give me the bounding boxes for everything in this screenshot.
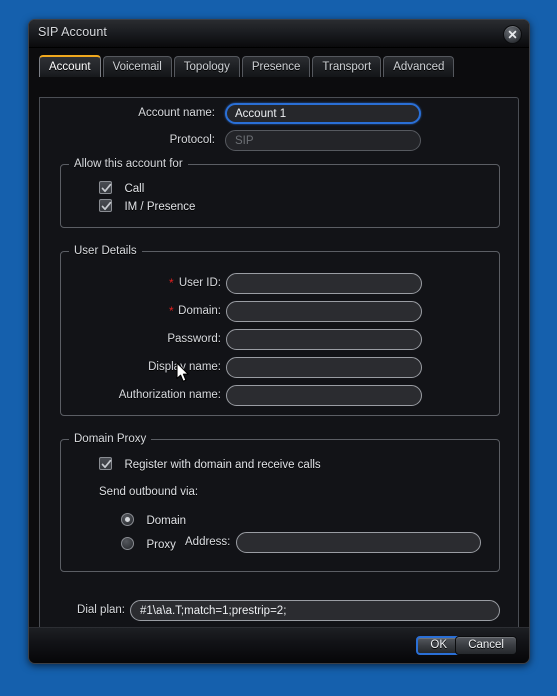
radio-selected-icon bbox=[121, 513, 134, 526]
window-title: SIP Account bbox=[38, 25, 107, 39]
allow-account-group: Allow this account for Call IM / Presenc… bbox=[60, 158, 500, 228]
proxy-address-label: Address: bbox=[185, 536, 231, 548]
display-name-input[interactable] bbox=[226, 357, 422, 378]
account-tab-panel: Account name: Protocol: Allow this accou… bbox=[39, 97, 519, 636]
tab-transport[interactable]: Transport bbox=[312, 56, 382, 77]
checkbox-checked-icon bbox=[99, 199, 112, 212]
checkbox-im-presence-label: IM / Presence bbox=[124, 201, 196, 213]
checkbox-register-with-domain[interactable]: Register with domain and receive calls bbox=[99, 455, 321, 473]
tab-topology[interactable]: Topology bbox=[173, 56, 240, 77]
dial-plan-input[interactable] bbox=[130, 600, 500, 621]
radio-proxy[interactable]: Proxy bbox=[121, 535, 176, 553]
checkbox-call-label: Call bbox=[124, 183, 145, 195]
domain-proxy-group: Domain Proxy Register with domain and re… bbox=[60, 433, 500, 572]
dialog-footer: OK Cancel bbox=[29, 627, 529, 663]
radio-unselected-icon bbox=[121, 537, 134, 550]
account-name-input[interactable] bbox=[225, 103, 421, 124]
send-outbound-via-label: Send outbound via: bbox=[99, 486, 199, 498]
user-details-group: User Details * User ID: * Domain: Passwo… bbox=[60, 245, 500, 416]
domain-label: Domain: bbox=[178, 305, 221, 317]
authorization-name-label: Authorization name: bbox=[118, 389, 221, 401]
password-label: Password: bbox=[167, 333, 221, 345]
checkbox-checked-icon bbox=[99, 457, 112, 470]
allow-account-group-title: Allow this account for bbox=[69, 158, 188, 170]
account-name-label: Account name: bbox=[138, 107, 215, 119]
tab-bar: Account Voicemail Topology Presence Transpor… bbox=[39, 55, 529, 77]
user-details-group-title: User Details bbox=[69, 245, 142, 257]
desktop-background: SIP Account Account Voicemail Topology Pres… bbox=[0, 0, 557, 696]
user-id-input[interactable] bbox=[226, 273, 422, 294]
title-bar[interactable]: SIP Account bbox=[29, 20, 529, 48]
close-icon[interactable] bbox=[503, 25, 522, 44]
radio-domain-label: Domain bbox=[146, 515, 187, 527]
user-id-label: User ID: bbox=[178, 277, 221, 289]
proxy-address-input[interactable] bbox=[236, 532, 481, 553]
authorization-name-input[interactable] bbox=[226, 385, 422, 406]
tab-presence[interactable]: Presence bbox=[241, 56, 311, 77]
tab-voicemail[interactable]: Voicemail bbox=[102, 56, 172, 77]
domain-proxy-group-title: Domain Proxy bbox=[69, 433, 152, 445]
checkbox-call[interactable]: Call bbox=[99, 179, 144, 197]
protocol-input bbox=[225, 130, 421, 151]
password-input[interactable] bbox=[226, 329, 422, 350]
dial-plan-label: Dial plan: bbox=[77, 604, 125, 616]
radio-domain[interactable]: Domain bbox=[121, 511, 186, 529]
tab-advanced[interactable]: Advanced bbox=[383, 56, 455, 77]
cancel-button[interactable]: Cancel bbox=[455, 636, 517, 655]
tab-account[interactable]: Account bbox=[39, 55, 101, 77]
protocol-label: Protocol: bbox=[169, 134, 215, 146]
sip-account-dialog: SIP Account Account Voicemail Topology Pres… bbox=[28, 19, 530, 664]
mouse-cursor bbox=[176, 362, 192, 389]
checkbox-checked-icon bbox=[99, 181, 112, 194]
checkbox-im-presence[interactable]: IM / Presence bbox=[99, 197, 195, 215]
domain-input[interactable] bbox=[226, 301, 422, 322]
display-name-label: Display name: bbox=[148, 361, 221, 373]
register-with-domain-label: Register with domain and receive calls bbox=[124, 459, 321, 471]
radio-proxy-label: Proxy bbox=[146, 539, 176, 551]
